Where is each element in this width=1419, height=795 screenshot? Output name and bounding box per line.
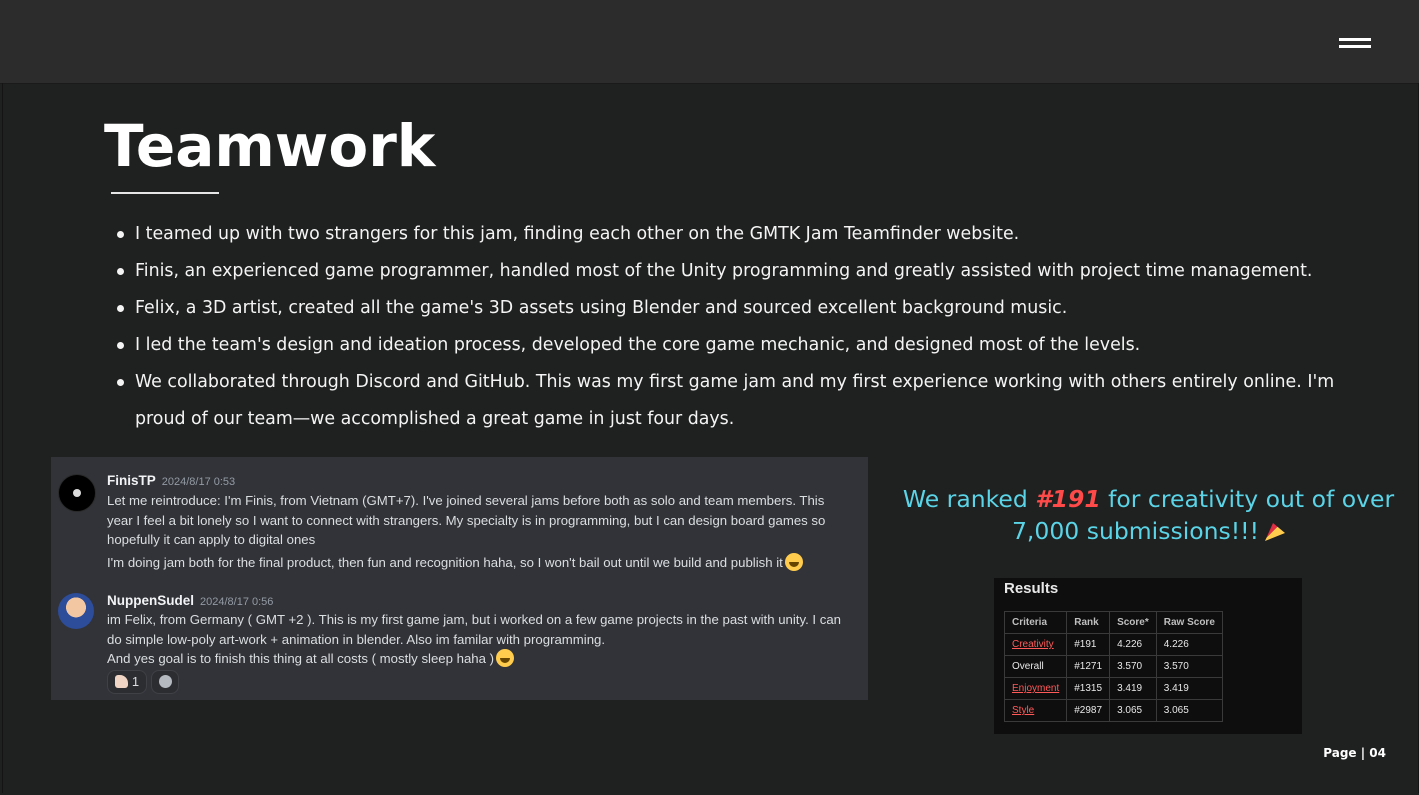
bullet-item: I teamed up with two strangers for this … — [113, 216, 1373, 253]
rank-cell: #1271 — [1066, 655, 1111, 678]
column-header: Raw Score — [1155, 611, 1223, 634]
reaction-button[interactable]: 1 — [107, 670, 147, 694]
results-table: Criteria Rank Score* Raw Score Creativit… — [1003, 611, 1223, 722]
grinning-face-icon — [496, 649, 515, 667]
add-reaction-icon — [158, 675, 172, 688]
bullet-item: I led the team's design and ideation pro… — [113, 327, 1373, 364]
tears-of-joy-icon — [784, 553, 803, 571]
discord-chat-screenshot: FinisTP 2024/8/17 0:53 Let me reintroduce… — [51, 457, 868, 700]
message-text: I'm doing jam both for the final product… — [107, 553, 852, 573]
page-number: Page | 04 — [1323, 746, 1386, 760]
rank-cell: #2987 — [1066, 699, 1111, 722]
raw-score-cell: 3.065 — [1155, 699, 1223, 722]
table-row: Enjoyment #1315 3.419 3.419 — [1003, 677, 1223, 700]
rank-number: #191 — [1035, 485, 1101, 513]
bullet-item: Felix, a 3D artist, created all the game… — [113, 290, 1373, 327]
bullet-item: We collaborated through Discord and GitH… — [113, 364, 1373, 438]
bullet-item: Finis, an experienced game programmer, h… — [113, 253, 1373, 290]
criteria-link[interactable]: Style — [1003, 699, 1068, 722]
criteria-cell: Overall — [1003, 655, 1068, 678]
criteria-link[interactable]: Enjoyment — [1003, 677, 1068, 700]
score-cell: 4.226 — [1109, 633, 1157, 656]
username[interactable]: FinisTP 2024/8/17 0:53 — [107, 473, 235, 488]
table-row: Overall #1271 3.570 3.570 — [1003, 655, 1223, 678]
message-text: Let me reintroduce: I'm Finis, from Viet… — [107, 493, 826, 547]
title-underline — [111, 192, 219, 194]
results-title: Results — [1004, 580, 1059, 597]
message-text: im Felix, from Germany ( GMT +2 ). This … — [107, 612, 841, 647]
table-row: Style #2987 3.065 3.065 — [1003, 699, 1223, 722]
table-header-row: Criteria Rank Score* Raw Score — [1003, 611, 1223, 634]
raw-score-cell: 3.419 — [1155, 677, 1223, 700]
rank-cell: #1315 — [1066, 677, 1111, 700]
menu-icon[interactable] — [1339, 36, 1371, 50]
column-header: Criteria — [1003, 611, 1068, 634]
bullet-list: I teamed up with two strangers for this … — [113, 216, 1373, 438]
avatar[interactable] — [58, 474, 96, 512]
column-header: Rank — [1066, 611, 1111, 634]
column-header: Score* — [1109, 611, 1157, 634]
add-reaction-button[interactable] — [151, 670, 179, 694]
score-cell: 3.419 — [1109, 677, 1157, 700]
party-popper-icon — [1265, 523, 1285, 541]
message-text: And yes goal is to finish this thing at … — [107, 649, 852, 669]
results-screenshot: Results Criteria Rank Score* Raw Score C… — [994, 578, 1302, 734]
criteria-link[interactable]: Creativity — [1003, 633, 1068, 656]
timestamp: 2024/8/17 0:53 — [161, 476, 236, 488]
timestamp: 2024/8/17 0:56 — [200, 596, 274, 608]
rank-cell: #191 — [1066, 633, 1111, 656]
username[interactable]: NuppenSudel 2024/8/17 0:56 — [107, 593, 273, 608]
flexed-biceps-icon — [114, 675, 128, 688]
score-cell: 3.570 — [1109, 655, 1157, 678]
raw-score-cell: 4.226 — [1155, 633, 1223, 656]
ranking-callout: We ranked #191 for creativity out of ove… — [902, 485, 1395, 545]
page-title: Teamwork — [104, 112, 436, 180]
top-bar — [0, 0, 1419, 84]
table-row: Creativity #191 4.226 4.226 — [1003, 633, 1223, 656]
raw-score-cell: 3.570 — [1155, 655, 1223, 678]
avatar[interactable] — [58, 593, 94, 629]
score-cell: 3.065 — [1109, 699, 1157, 722]
